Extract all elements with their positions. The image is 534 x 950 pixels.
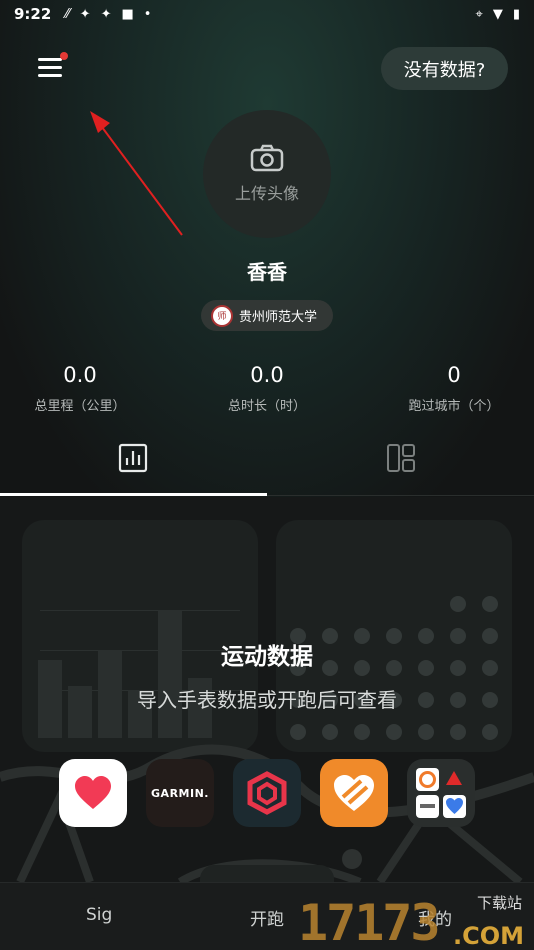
nav-item-run[interactable]: 开跑 — [250, 905, 284, 930]
sports-data-panel: 运动数据 导入手表数据或开跑后可查看 GARMIN. — [0, 497, 534, 882]
sports-data-title: 运动数据 — [221, 644, 313, 670]
placeholder-chart-card — [22, 520, 258, 752]
huawei-health-app[interactable] — [320, 759, 388, 827]
menu-icon-line — [38, 74, 62, 77]
coros-hexagon-icon — [247, 771, 287, 815]
school-badge[interactable]: 师 贵州师范大学 — [201, 300, 333, 331]
username: 香香 — [247, 260, 287, 284]
stat-label: 跑过城市（个） — [408, 399, 500, 414]
garmin-app[interactable]: GARMIN. — [146, 759, 214, 827]
tab-indicator — [0, 493, 267, 496]
placeholder-bar — [158, 610, 182, 738]
app-icon: ■ — [121, 6, 134, 22]
stat-label: 总时长（时） — [227, 399, 306, 414]
wifi-icon: ▼ — [492, 6, 503, 22]
stat-value: 0.0 — [63, 363, 97, 387]
stat-label: 总里程（公里） — [34, 399, 126, 414]
tab-chart[interactable] — [113, 442, 153, 478]
sync-icon: ✦ — [100, 6, 112, 22]
apple-health-app[interactable] — [59, 759, 127, 827]
tab-layout[interactable] — [381, 442, 421, 478]
menu-icon-line — [38, 58, 62, 61]
heart-icon — [75, 776, 111, 809]
school-name: 贵州师范大学 — [239, 310, 318, 325]
stat-total-distance: 0.0 总里程（公里） — [10, 363, 150, 414]
stat-total-time: 0.0 总时长（时） — [197, 363, 337, 414]
location-icon: ⌖ — [475, 6, 483, 22]
watermark-site: 下载站 — [476, 894, 522, 912]
carrier-icon: ⁄⁄ — [65, 6, 70, 22]
stat-cities: 0 跑过城市（个） — [384, 363, 524, 414]
layout-grid-icon — [387, 444, 415, 472]
dot-icon: • — [143, 6, 152, 22]
menu-icon-line — [38, 66, 62, 69]
avatar-upload[interactable]: 上传头像 — [203, 110, 331, 238]
sync-icon: ✦ — [79, 6, 91, 22]
notification-dot — [60, 52, 68, 60]
status-time: 9:22 — [14, 5, 52, 23]
heart-stripes-icon — [334, 775, 374, 811]
battery-icon: ▮ — [512, 6, 520, 22]
view-tabs — [0, 430, 534, 496]
no-data-button[interactable]: 没有数据? — [381, 47, 508, 90]
placeholder-dot — [450, 596, 466, 612]
coros-app[interactable] — [233, 759, 301, 827]
annotation-arrow-icon — [90, 111, 183, 236]
stat-value: 0.0 — [250, 363, 284, 387]
chart-icon — [118, 443, 148, 473]
camera-icon — [250, 144, 284, 172]
more-apps[interactable] — [407, 759, 475, 827]
garmin-label: GARMIN. — [151, 786, 209, 800]
school-logo-icon: 师 — [211, 304, 233, 327]
status-bar: 9:22 ⁄⁄ ✦ ✦ ■ • ⌖ ▼ ▮ — [0, 0, 534, 28]
menu-button[interactable] — [36, 52, 68, 82]
nav-item-sig[interactable]: Sig — [86, 905, 112, 925]
watermark-digits: 17173 — [298, 894, 441, 950]
upload-avatar-label: 上传头像 — [234, 184, 299, 203]
placeholder-dot — [482, 596, 498, 612]
watermark: 17173 下载站 .COM — [298, 888, 528, 950]
grid-line — [40, 610, 240, 611]
sports-data-subtitle: 导入手表数据或开跑后可查看 — [137, 688, 397, 712]
stat-value: 0 — [447, 363, 461, 387]
watermark-com: .COM — [452, 922, 524, 950]
app-grid-icon — [416, 768, 466, 818]
placeholder-dots-card — [276, 520, 512, 752]
stats-row: 0.0 总里程（公里） 0.0 总时长（时） 0 跑过城市（个） — [0, 363, 534, 423]
